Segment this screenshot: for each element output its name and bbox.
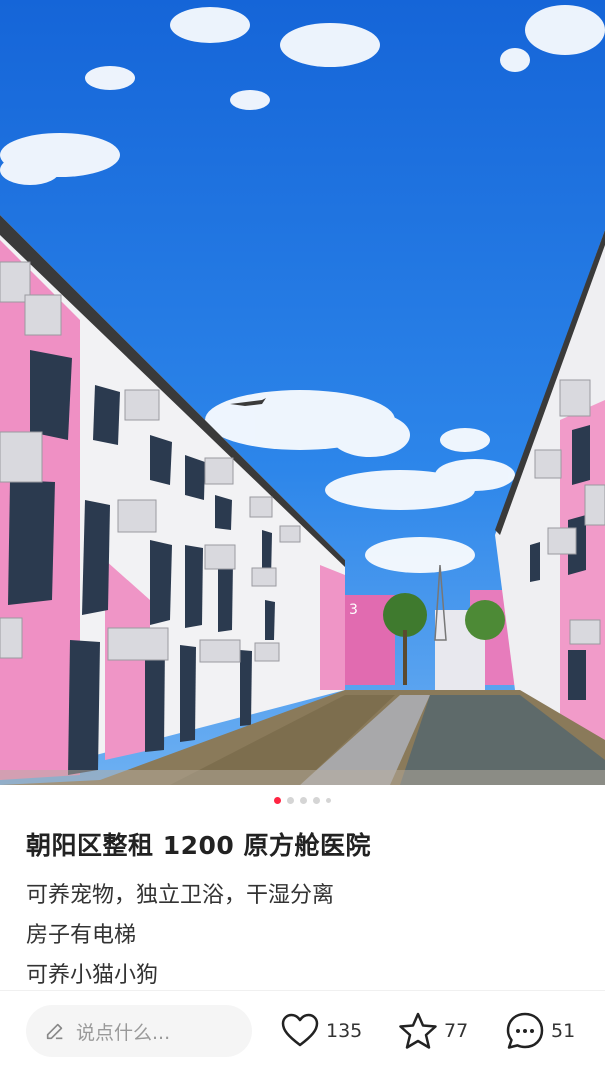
comment-input[interactable]: 说点什么... bbox=[26, 1005, 252, 1057]
comment-icon bbox=[506, 1012, 544, 1049]
post-title: 朝阳区整租 1200 原方舱医院 bbox=[26, 831, 371, 860]
carousel-indicator bbox=[0, 797, 605, 804]
building-number: 3 bbox=[349, 602, 358, 618]
favorite-count: 77 bbox=[444, 1020, 469, 1042]
bottom-action-bar: 说点什么... 135 77 51 bbox=[0, 990, 605, 1069]
pen-icon bbox=[46, 1023, 63, 1040]
star-icon bbox=[399, 1012, 437, 1049]
favorite-button[interactable]: 77 bbox=[398, 1011, 468, 1051]
carousel-dot-active[interactable] bbox=[274, 797, 281, 804]
carousel-dot[interactable] bbox=[326, 798, 331, 803]
like-button[interactable]: 135 bbox=[280, 1011, 362, 1051]
comment-placeholder: 说点什么... bbox=[76, 1021, 171, 1044]
carousel-dot[interactable] bbox=[313, 797, 320, 804]
carousel-dot[interactable] bbox=[300, 797, 307, 804]
heart-icon bbox=[281, 1013, 319, 1047]
like-count: 135 bbox=[326, 1020, 363, 1042]
comment-count: 51 bbox=[551, 1020, 576, 1042]
post-photo[interactable]: 3 bbox=[0, 0, 605, 785]
carousel-dot[interactable] bbox=[287, 797, 294, 804]
comment-button[interactable]: 51 bbox=[505, 1011, 575, 1051]
description-line: 可养宠物，独立卫浴，干湿分离 bbox=[26, 883, 335, 908]
post-description: 可养宠物，独立卫浴，干湿分离 房子有电梯 可养小猫小狗 bbox=[26, 876, 585, 996]
description-line: 房子有电梯 bbox=[26, 923, 137, 948]
